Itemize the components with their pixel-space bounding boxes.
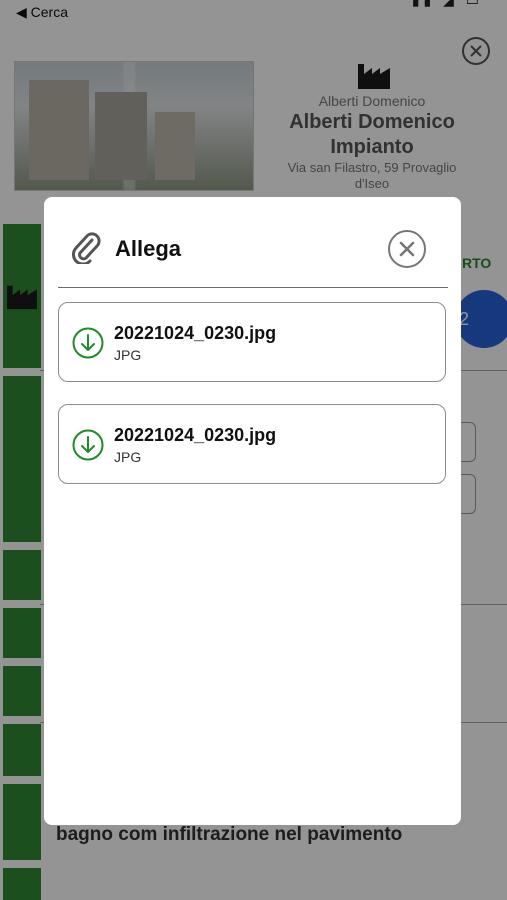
modal-header: Allega: [44, 197, 461, 289]
attachment-item[interactable]: 20221024_0230.jpg JPG: [58, 302, 446, 382]
attach-modal: Allega 20221024_0230.jpg JPG 20221024_02…: [44, 197, 461, 825]
attachment-item[interactable]: 20221024_0230.jpg JPG: [58, 404, 446, 484]
download-icon[interactable]: [72, 327, 104, 359]
file-name: 20221024_0230.jpg: [114, 323, 277, 343]
close-icon[interactable]: [388, 230, 426, 268]
paperclip-icon: [71, 232, 101, 264]
download-icon[interactable]: [72, 429, 104, 461]
modal-title: Allega: [115, 236, 182, 261]
modal-divider: [58, 287, 448, 288]
file-type: JPG: [114, 347, 142, 363]
file-type: JPG: [114, 449, 142, 465]
file-name: 20221024_0230.jpg: [114, 425, 277, 445]
